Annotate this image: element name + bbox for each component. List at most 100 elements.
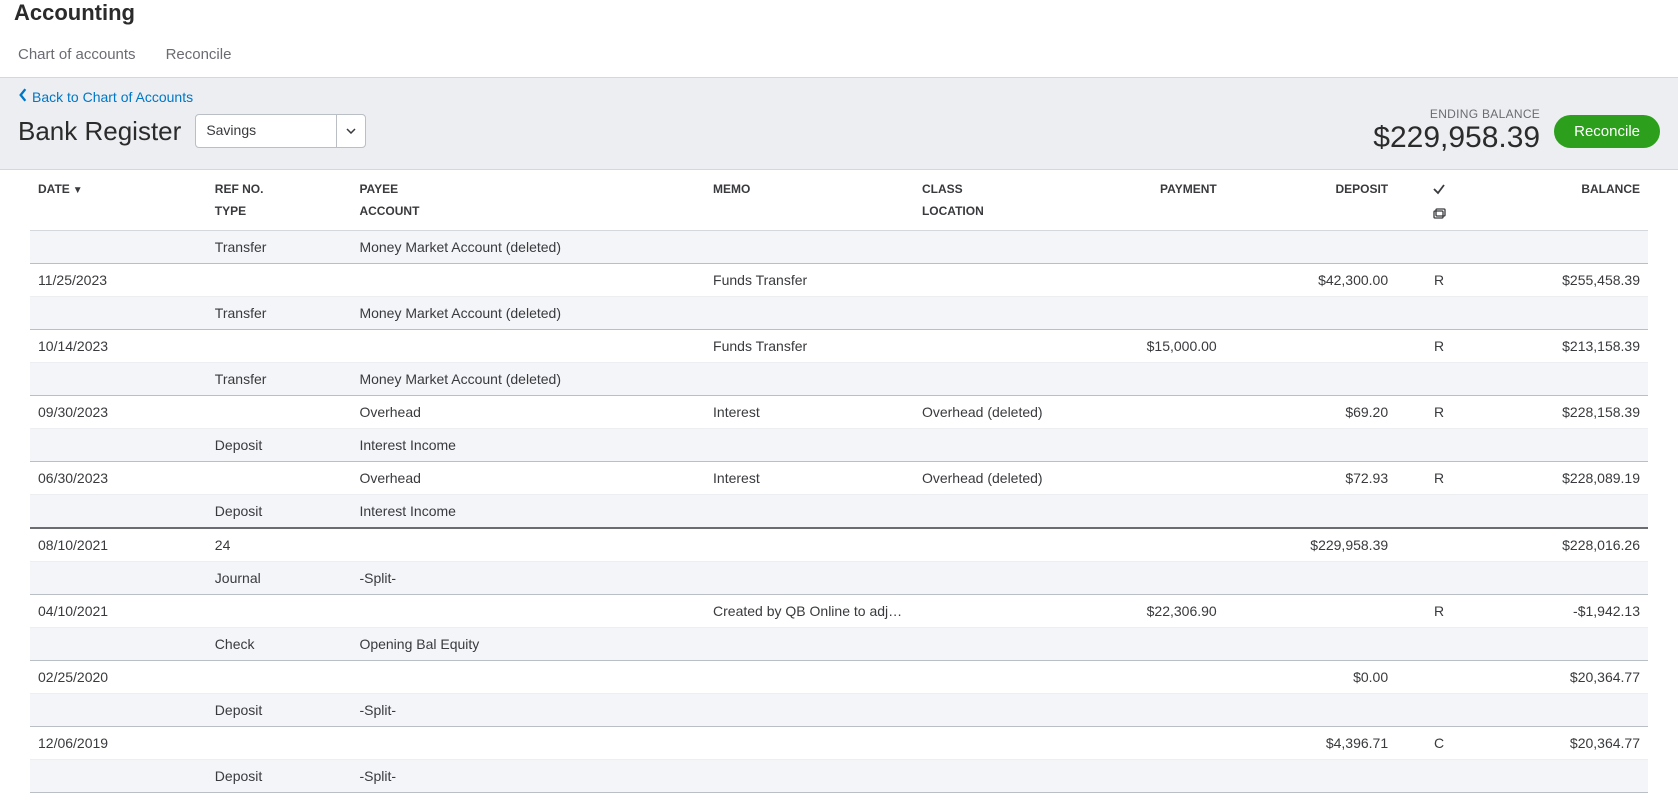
cell-date: 10/14/2023	[30, 330, 207, 363]
col-ref-type[interactable]: REF NO. TYPE	[207, 170, 352, 231]
cell-account: Money Market Account (deleted)	[351, 231, 705, 264]
cell-class: Overhead (deleted)	[914, 462, 1053, 495]
cell-deposit: $69.20	[1225, 396, 1396, 429]
ending-balance-value: $229,958.39	[1373, 121, 1540, 155]
table-row-sub[interactable]: DepositInterest Income	[30, 429, 1648, 462]
cell-type: Deposit	[207, 694, 352, 727]
cell-date: 02/25/2020	[30, 661, 207, 694]
cell-type: Deposit	[207, 429, 352, 462]
back-to-chart-link[interactable]: Back to Chart of Accounts	[18, 88, 193, 105]
col-memo[interactable]: MEMO	[705, 170, 914, 231]
cell-payee	[351, 528, 705, 562]
cell-class	[914, 264, 1053, 297]
chevron-down-icon	[337, 115, 365, 147]
cell-date: 11/25/2023	[30, 264, 207, 297]
cell-payment	[1053, 264, 1224, 297]
cell-balance: $228,158.39	[1482, 396, 1648, 429]
cell-date: 04/10/2021	[30, 595, 207, 628]
col-class-location[interactable]: CLASS LOCATION	[914, 170, 1053, 231]
cell-type: Transfer	[207, 297, 352, 330]
cell-deposit	[1225, 595, 1396, 628]
col-balance[interactable]: BALANCE	[1482, 170, 1648, 231]
cell-account[interactable]: -Split-	[351, 562, 705, 595]
cell-ref: 24	[207, 528, 352, 562]
cell-rec-status: R	[1396, 396, 1482, 429]
cell-deposit: $0.00	[1225, 661, 1396, 694]
cell-payee: Overhead	[351, 396, 705, 429]
cell-deposit: $4,396.71	[1225, 727, 1396, 760]
account-select-value: Savings	[196, 115, 337, 147]
cell-payee: Overhead	[351, 462, 705, 495]
cell-type: Deposit	[207, 760, 352, 793]
tab-chart-of-accounts[interactable]: Chart of accounts	[18, 46, 136, 63]
table-row-sub[interactable]: Deposit-Split-	[30, 760, 1648, 793]
cell-date: 12/06/2019	[30, 727, 207, 760]
table-row-sub[interactable]: DepositInterest Income	[30, 495, 1648, 529]
table-row-sub[interactable]: TransferMoney Market Account (deleted)	[30, 363, 1648, 396]
reconcile-button[interactable]: Reconcile	[1554, 115, 1660, 148]
cell-balance: $20,364.77	[1482, 661, 1648, 694]
cell-account[interactable]: -Split-	[351, 760, 705, 793]
cell-memo: Funds Transfer	[705, 330, 914, 363]
col-payee-account[interactable]: PAYEE ACCOUNT	[351, 170, 705, 231]
cell-account[interactable]: -Split-	[351, 694, 705, 727]
tabs: Chart of accounts Reconcile	[0, 34, 1678, 78]
col-payment[interactable]: PAYMENT	[1053, 170, 1224, 231]
cell-memo: Funds Transfer	[705, 264, 914, 297]
table-row[interactable]: 10/14/2023Funds Transfer$15,000.00R$213,…	[30, 330, 1648, 363]
cell-ref	[207, 396, 352, 429]
table-row-sub[interactable]: Journal-Split-	[30, 562, 1648, 595]
cell-payee	[351, 727, 705, 760]
cell-rec-status: R	[1396, 595, 1482, 628]
cell-payee	[351, 330, 705, 363]
col-reconcile-status[interactable]	[1396, 170, 1482, 231]
cell-rec-status	[1396, 661, 1482, 694]
table-row[interactable]: 06/30/2023OverheadInterestOverhead (dele…	[30, 462, 1648, 495]
cell-type: Check	[207, 628, 352, 661]
table-row[interactable]: 08/10/202124$229,958.39$228,016.26	[30, 528, 1648, 562]
table-row[interactable]: 09/30/2023OverheadInterestOverhead (dele…	[30, 396, 1648, 429]
table-row[interactable]: 02/25/2020 $0.00 $20,364.77	[30, 661, 1648, 694]
account-select[interactable]: Savings	[195, 114, 366, 148]
cell-memo: Created by QB Online to adjus…	[705, 595, 914, 628]
table-row-sub[interactable]: CheckOpening Bal Equity	[30, 628, 1648, 661]
col-deposit[interactable]: DEPOSIT	[1225, 170, 1396, 231]
cell-type: Transfer	[207, 231, 352, 264]
cell-payment	[1053, 661, 1224, 694]
cell-account: Opening Bal Equity	[351, 628, 705, 661]
cell-class	[914, 330, 1053, 363]
page-title: Accounting	[0, 0, 1678, 34]
cell-payee	[351, 264, 705, 297]
cell-memo: Interest	[705, 396, 914, 429]
cell-date: 08/10/2021	[30, 528, 207, 562]
cell-class	[914, 727, 1053, 760]
table-row-sub[interactable]: TransferMoney Market Account (deleted)	[30, 231, 1648, 264]
ending-balance-label: ENDING BALANCE	[1373, 107, 1540, 121]
cell-balance: $228,016.26	[1482, 528, 1648, 562]
cell-type: Deposit	[207, 495, 352, 529]
cell-account: Money Market Account (deleted)	[351, 297, 705, 330]
cell-payment: $15,000.00	[1053, 330, 1224, 363]
cell-payee	[351, 595, 705, 628]
back-link-label: Back to Chart of Accounts	[32, 89, 193, 105]
table-row[interactable]: 11/25/2023Funds Transfer$42,300.00R$255,…	[30, 264, 1648, 297]
cell-payment	[1053, 396, 1224, 429]
table-row[interactable]: 04/10/2021 Created by QB Online to adjus……	[30, 595, 1648, 628]
tab-reconcile[interactable]: Reconcile	[166, 46, 232, 63]
cell-rec-status: C	[1396, 727, 1482, 760]
col-date[interactable]: DATE▼	[30, 170, 207, 231]
cell-balance: $228,089.19	[1482, 462, 1648, 495]
cell-payee	[351, 661, 705, 694]
cell-payment	[1053, 528, 1224, 562]
table-row-sub[interactable]: Deposit-Split-	[30, 694, 1648, 727]
cell-payment	[1053, 462, 1224, 495]
toolbar: Back to Chart of Accounts Bank Register …	[0, 78, 1678, 170]
cell-class	[914, 528, 1053, 562]
table-row-sub[interactable]: TransferMoney Market Account (deleted)	[30, 297, 1648, 330]
register-title: Bank Register	[18, 116, 181, 147]
cell-balance: $213,158.39	[1482, 330, 1648, 363]
cell-type: Journal	[207, 562, 352, 595]
cell-type: Transfer	[207, 363, 352, 396]
cell-rec-status: R	[1396, 462, 1482, 495]
table-row[interactable]: 12/06/2019$4,396.71C$20,364.77	[30, 727, 1648, 760]
